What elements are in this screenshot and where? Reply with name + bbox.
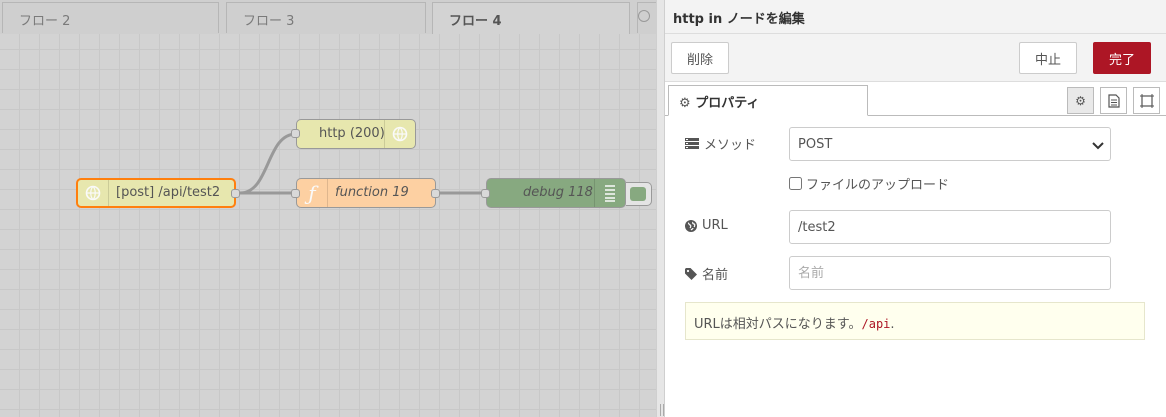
flow-workspace: フロー 2 フロー 3 フロー 4 http (200) [post] /api… (0, 0, 660, 417)
tab-flow-3[interactable]: フロー 3 (226, 2, 426, 33)
url-label: URL (685, 218, 728, 233)
node-function[interactable]: ƒ function 19 (296, 178, 436, 208)
tip-text: URLは相対パスになります。 (694, 317, 862, 332)
method-select[interactable]: GETPOSTPUTDELETEPATCH (789, 127, 1111, 161)
editor-tab-strip: ⚙ プロパティ ⚙ (665, 82, 1166, 116)
method-label-text: メソッド (704, 138, 757, 153)
url-input[interactable] (789, 210, 1111, 244)
output-port[interactable] (431, 189, 440, 198)
globe-icon (685, 219, 697, 232)
tip-code: /api (861, 317, 891, 331)
wires (239, 132, 486, 195)
appearance-tab-button[interactable] (1133, 87, 1160, 114)
debug-toggle-indicator (630, 187, 646, 201)
globe-icon (78, 180, 109, 206)
node-label: function 19 (335, 185, 409, 200)
tasks-icon (685, 138, 699, 149)
delete-button[interactable]: 削除 (671, 42, 729, 74)
node-http-in[interactable]: [post] /api/test2 (76, 178, 236, 208)
panel-resize-handle[interactable] (656, 0, 665, 417)
flow-tab-bar: フロー 2 フロー 3 フロー 4 (0, 0, 660, 35)
debug-toggle-button[interactable] (626, 182, 652, 206)
name-input[interactable] (789, 256, 1111, 290)
wire-http-in-to-http-response (239, 132, 297, 195)
tray-toolbar: 削除 中止 完了 (665, 34, 1166, 82)
gear-icon: ⚙ (679, 96, 691, 111)
node-label: http (200) (319, 126, 385, 141)
tab-flow-2[interactable]: フロー 2 (2, 2, 219, 33)
tray-title: http in ノードを編集 (673, 12, 805, 27)
upload-checkbox[interactable] (789, 177, 802, 190)
node-debug[interactable]: debug 118 (486, 178, 626, 208)
window-icon (1139, 93, 1154, 108)
name-label-text: 名前 (702, 268, 729, 283)
gear-icon: ⚙ (1075, 93, 1086, 108)
description-tab-button[interactable] (1100, 87, 1127, 114)
node-http-response[interactable]: http (200) (296, 119, 416, 149)
name-label: 名前 (685, 264, 728, 283)
tag-icon (685, 267, 697, 280)
method-label: メソッド (685, 134, 756, 153)
tip-suffix: . (890, 317, 895, 332)
tab-label: フロー 3 (243, 14, 295, 29)
input-port[interactable] (291, 129, 300, 138)
tab-label: プロパティ (695, 96, 760, 111)
input-port[interactable] (481, 189, 490, 198)
tray-header: http in ノードを編集 (665, 0, 1166, 34)
node-label: debug 118 (523, 185, 593, 200)
output-port[interactable] (231, 189, 240, 198)
file-text-icon (1107, 93, 1120, 108)
list-icon (594, 179, 625, 207)
circle-icon (638, 10, 650, 22)
globe-icon (384, 120, 415, 148)
tab-label: フロー 4 (449, 14, 502, 29)
node-label: [post] /api/test2 (116, 185, 221, 200)
grip-icon (660, 404, 664, 416)
flow-canvas[interactable]: http (200) [post] /api/test2 ƒ function … (0, 34, 660, 417)
done-button[interactable]: 完了 (1093, 42, 1151, 74)
upload-label: ファイルのアップロード (806, 178, 950, 193)
tab-label: フロー 2 (19, 14, 71, 29)
url-tip: URLは相対パスになります。/api. (685, 302, 1145, 340)
input-port[interactable] (291, 189, 300, 198)
url-label-text: URL (702, 218, 728, 233)
tab-flow-4[interactable]: フロー 4 (432, 2, 630, 35)
settings-tab-button[interactable]: ⚙ (1067, 87, 1094, 114)
upload-option[interactable]: ファイルのアップロード (789, 174, 949, 193)
node-editor-tray: http in ノードを編集 削除 中止 完了 ⚙ プロパティ ⚙ メソッド G… (665, 0, 1166, 417)
cancel-button[interactable]: 中止 (1019, 42, 1077, 74)
function-icon: ƒ (297, 179, 328, 207)
tab-properties[interactable]: ⚙ プロパティ (668, 85, 868, 116)
